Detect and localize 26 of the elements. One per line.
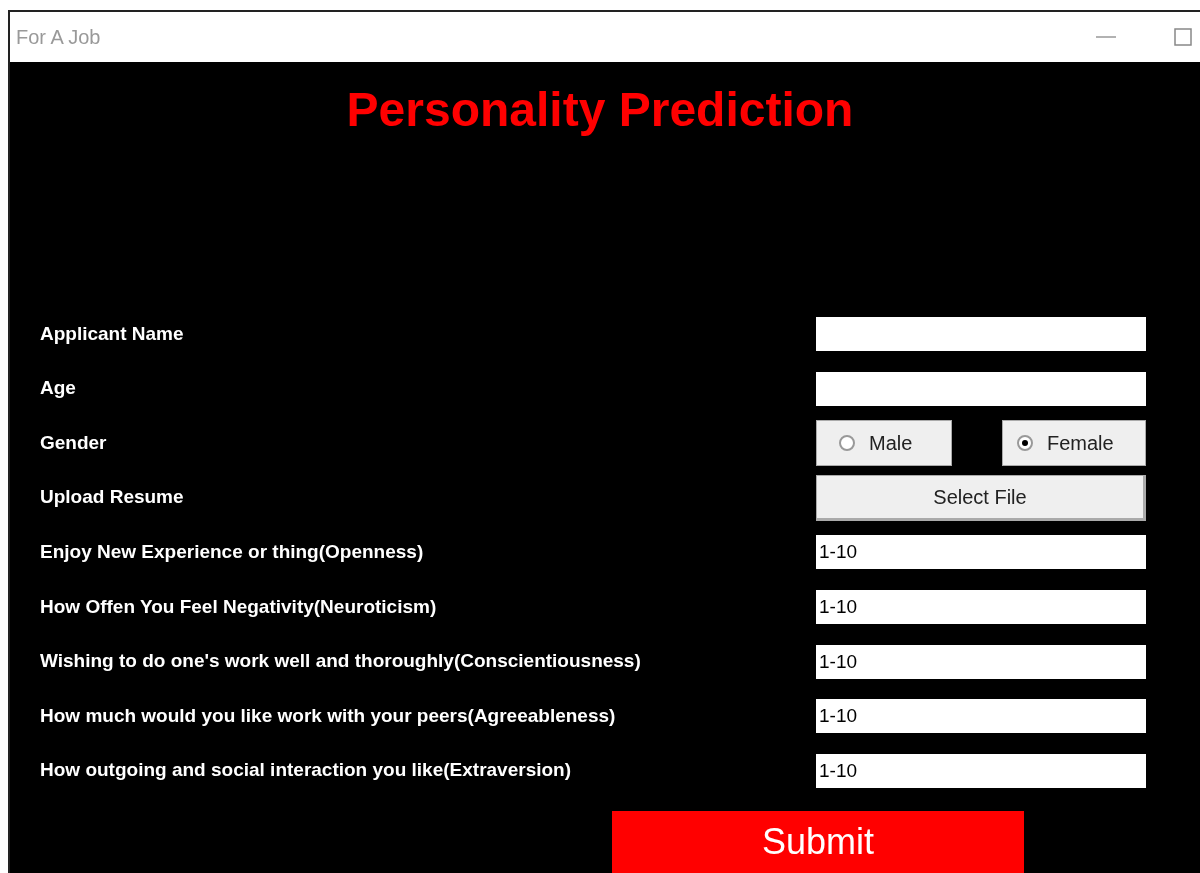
select-file-button[interactable]: Select File	[816, 474, 1146, 521]
field-label: Upload Resume	[40, 485, 184, 510]
field-label: How outgoing and social interaction you like(Extraversion)	[40, 758, 572, 783]
window-title: For A Job	[16, 24, 101, 50]
option-label: Female	[1047, 431, 1114, 457]
input-field[interactable]: 1-10	[816, 644, 1146, 679]
radio-button[interactable]	[1017, 435, 1033, 452]
field-label: Wishing to do one's work well and thoroughly(Conscientiousness)	[40, 649, 641, 674]
submit-button[interactable]: Submit	[612, 811, 1024, 873]
field-label: Applicant Name	[40, 321, 184, 346]
field-label: Enjoy New Experience or thing(Openness)	[40, 540, 424, 565]
radio-option[interactable]: Male	[816, 420, 952, 467]
field-label: Gender	[40, 430, 107, 455]
field-label: How Offen You Feel Negativity(Neuroticism)	[40, 594, 437, 619]
option-label: Male	[869, 431, 913, 457]
radio-option[interactable]: Female	[1002, 420, 1146, 467]
input-field[interactable]: 1-10	[816, 699, 1146, 734]
app-heading: Personality Prediction	[346, 81, 854, 138]
input-field[interactable]	[816, 316, 1146, 351]
input-field[interactable]	[816, 371, 1146, 406]
radio-button[interactable]	[839, 435, 855, 452]
input-field[interactable]: 1-10	[816, 535, 1146, 570]
field-label: Age	[40, 376, 76, 401]
input-field[interactable]: 1-10	[816, 753, 1146, 788]
field-label: How much would you like work with your peers(Agreeableness)	[40, 703, 616, 728]
input-field[interactable]: 1-10	[816, 589, 1146, 624]
